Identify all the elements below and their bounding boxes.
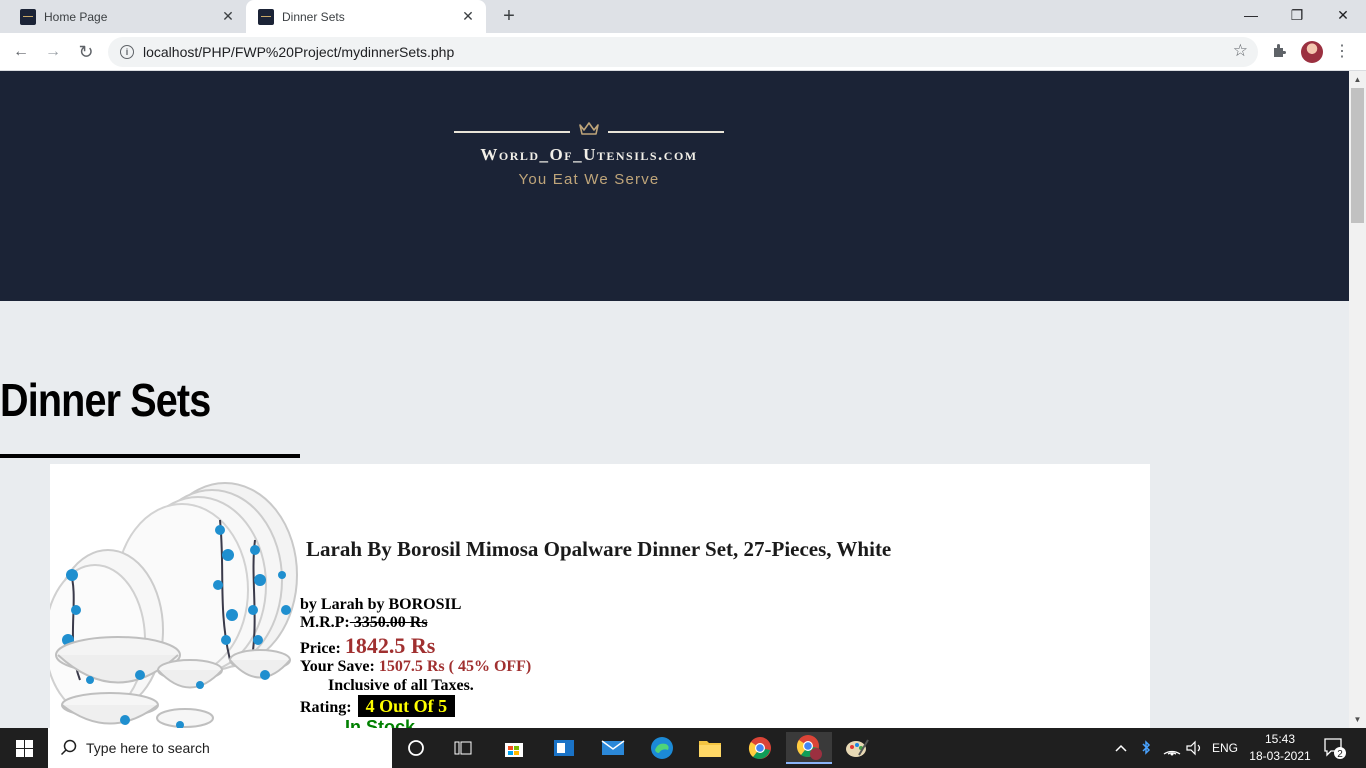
language-indicator[interactable]: ENG [1212,728,1238,768]
crown-icon [579,122,599,135]
action-center-icon[interactable]: 2 [1322,736,1346,760]
product-brand: by Larah by BOROSIL [300,596,462,613]
windows-logo-icon [15,739,33,757]
volume-icon[interactable] [1185,728,1205,768]
page-title: Dinner Sets [0,374,211,426]
site-favicon-icon [258,8,274,25]
tab-dinner-sets[interactable]: Dinner Sets ✕ [246,0,486,33]
page-viewport: World_Of_Utensils.com You Eat We Serve D… [0,71,1349,728]
heading-underline [0,454,300,458]
search-placeholder: Type here to search [86,740,210,756]
rating-label: Rating: [300,699,352,716]
tab-title: Dinner Sets [282,9,345,24]
product-mrp: M.R.P: 3350.00 Rs [300,614,428,632]
page-scrollbar[interactable]: ▲ ▼ [1349,71,1366,728]
logo-divider [608,131,724,133]
address-bar[interactable]: i localhost/PHP/FWP%20Project/mydinnerSe… [108,37,1258,67]
cortana-icon[interactable] [396,732,436,764]
tab-title: Home Page [44,9,108,24]
scroll-down-arrow-icon[interactable]: ▼ [1349,711,1366,728]
tax-note: Inclusive of all Taxes. [328,677,474,694]
back-button[interactable]: ← [9,40,33,64]
profile-avatar[interactable] [1301,41,1323,63]
mrp-value: 3350.00 Rs [349,614,428,631]
reload-button[interactable]: ↻ [74,40,98,64]
product-title[interactable]: Larah By Borosil Mimosa Opalware Dinner … [306,537,891,562]
product-price: Price: 1842.5 Rs [300,633,435,659]
maximize-button[interactable]: ❐ [1274,0,1320,30]
paint-icon[interactable] [837,732,877,764]
scrollbar-thumb[interactable] [1351,88,1364,223]
close-window-button[interactable]: ✕ [1320,0,1366,30]
search-icon [60,739,77,756]
browser-toolbar: ← → ↻ i localhost/PHP/FWP%20Project/mydi… [0,33,1366,71]
logo-divider [454,131,570,133]
wifi-icon[interactable] [1162,728,1182,768]
task-view-icon[interactable] [444,732,484,764]
stock-status: In Stock [345,717,416,728]
product-image[interactable] [50,480,300,728]
mrp-label: M.R.P: [300,614,350,631]
tab-home-page[interactable]: Home Page ✕ [8,0,246,33]
url-text[interactable]: localhost/PHP/FWP%20Project/mydinnerSets… [143,44,454,60]
show-hidden-icons[interactable] [1114,728,1128,768]
product-savings: Your Save: 1507.5 Rs ( 45% OFF) [300,658,531,676]
system-clock[interactable]: 15:43 18-03-2021 [1248,731,1312,765]
price-label: Price: [300,640,341,657]
browser-menu-icon[interactable]: ⋮ [1334,41,1350,63]
tab-close-icon[interactable]: ✕ [218,7,238,27]
chrome-icon[interactable] [740,732,780,764]
product-rating: Rating: 4 Out Of 5 [300,695,456,717]
outlook-icon[interactable] [544,732,584,764]
brand-name: World_Of_Utensils.com [480,145,698,164]
edge-browser-icon[interactable] [642,732,682,764]
minimize-button[interactable]: — [1228,0,1274,30]
tab-close-icon[interactable]: ✕ [458,7,478,27]
clock-time: 15:43 [1264,732,1296,746]
microsoft-store-icon[interactable] [494,732,534,764]
clock-date: 18-03-2021 [1249,749,1311,763]
notification-count: 2 [1337,749,1343,760]
chrome-profile-window-icon[interactable] [786,732,832,764]
forward-button[interactable]: → [41,40,65,64]
rating-badge: 4 Out Of 5 [357,695,456,717]
windows-start-button[interactable] [0,728,48,768]
bookmark-star-icon[interactable]: ☆ [1233,41,1248,61]
site-favicon-icon [20,8,36,25]
mail-icon[interactable] [593,732,633,764]
extensions-puzzle-icon[interactable] [1270,41,1290,61]
site-info-icon[interactable]: i [120,45,134,59]
taskbar-search-box[interactable]: Type here to search [48,728,392,768]
save-label: Your Save: [300,658,375,675]
product-card: Larah By Borosil Mimosa Opalware Dinner … [50,464,1150,728]
site-header-banner: World_Of_Utensils.com You Eat We Serve [0,71,1349,301]
browser-tab-strip: Home Page ✕ Dinner Sets ✕ + — ❐ ✕ [0,0,1366,33]
file-explorer-icon[interactable] [690,732,730,764]
bluetooth-icon[interactable] [1139,728,1153,768]
price-value: 1842.5 Rs [344,633,436,658]
new-tab-button[interactable]: + [498,6,520,28]
save-value: 1507.5 Rs ( 45% OFF) [378,658,532,675]
windows-taskbar: Type here to search ENG 15:43 18-03-2021… [0,728,1366,768]
brand-tagline: You Eat We Serve [518,171,660,188]
scroll-up-arrow-icon[interactable]: ▲ [1349,71,1366,88]
